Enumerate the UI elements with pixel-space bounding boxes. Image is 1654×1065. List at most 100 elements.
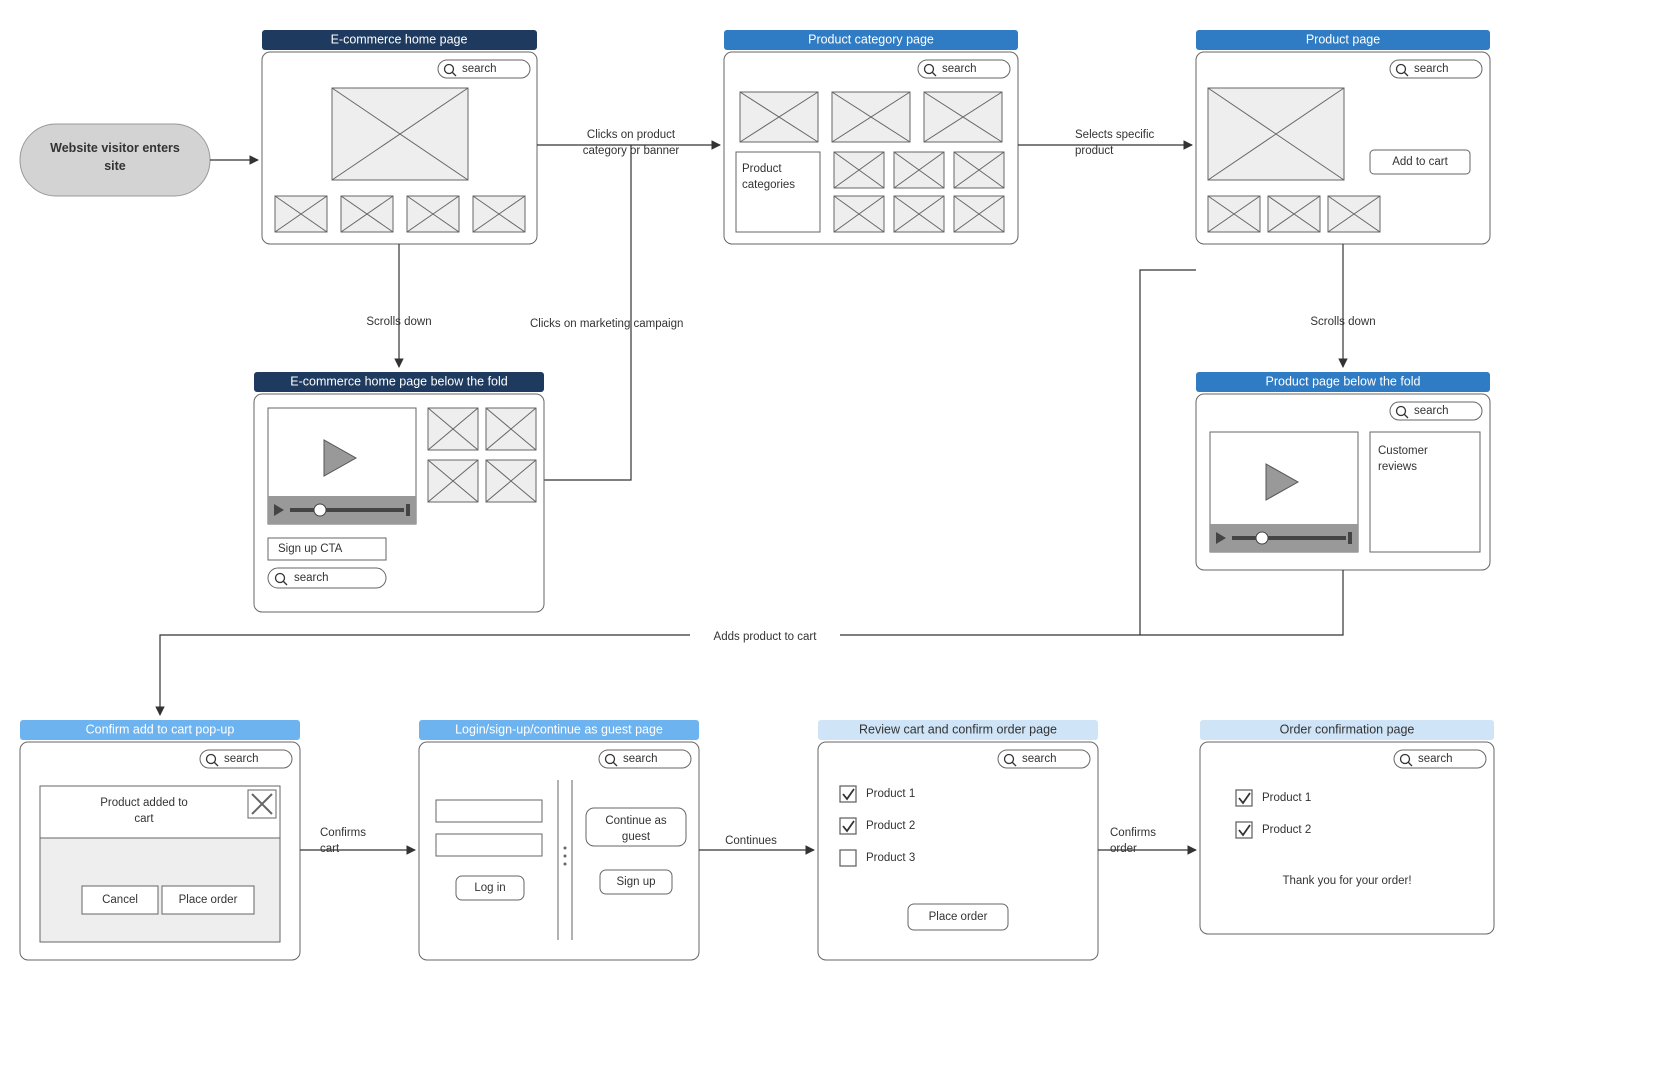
login-search[interactable]: search: [599, 750, 691, 768]
home-fold-thumb-2: [486, 408, 536, 450]
home-fold-thumb-3: [428, 460, 478, 502]
product-thumb-3: [1328, 196, 1380, 232]
start-node: Website visitor enters site: [20, 124, 210, 196]
review-item-1[interactable]: Product 1: [840, 786, 915, 802]
continue-guest-button[interactable]: Continue as guest: [586, 808, 686, 846]
thank-you-text: Thank you for your order!: [1282, 875, 1411, 887]
svg-text:guest: guest: [622, 831, 651, 843]
start-label-1: Website visitor enters: [50, 141, 180, 155]
svg-text:search: search: [1418, 753, 1453, 765]
svg-text:product: product: [1075, 145, 1114, 157]
svg-text:Place order: Place order: [929, 911, 988, 923]
svg-text:Adds product to cart: Adds product to cart: [714, 631, 818, 643]
review-item-3[interactable]: Product 3: [840, 850, 915, 866]
product-image: [1208, 88, 1344, 180]
cat-thumb-b1: [834, 152, 884, 188]
svg-text:reviews: reviews: [1378, 461, 1417, 473]
product-search[interactable]: search: [1390, 60, 1482, 78]
home-fold-thumb-1: [428, 408, 478, 450]
svg-text:Product 1: Product 1: [866, 788, 915, 800]
cat-thumb-a1: [740, 92, 818, 142]
svg-text:Place order: Place order: [179, 894, 238, 906]
order-conf-search[interactable]: search: [1394, 750, 1486, 768]
cat-thumb-a3: [924, 92, 1002, 142]
product-fold-node: Product page below the fold search Custo…: [1196, 372, 1490, 570]
review-item-2[interactable]: Product 2: [840, 818, 915, 834]
cancel-button[interactable]: Cancel: [82, 886, 158, 914]
product-fold-search[interactable]: search: [1390, 402, 1482, 420]
svg-text:Clicks on product: Clicks on product: [587, 129, 676, 141]
product-thumb-1: [1208, 196, 1260, 232]
popup-close-button[interactable]: [248, 790, 276, 818]
svg-text:cart: cart: [320, 843, 340, 855]
product-fold-video[interactable]: [1210, 432, 1358, 552]
edge-category-product: Selects specific product: [1018, 129, 1192, 157]
review-search[interactable]: search: [998, 750, 1090, 768]
edge-home-scrolls: Scrolls down: [366, 244, 431, 367]
add-to-cart-button[interactable]: Add to cart: [1370, 150, 1470, 174]
home-fold-thumb-4: [486, 460, 536, 502]
category-title: Product category page: [808, 32, 934, 46]
order-item-1: Product 1: [1236, 790, 1311, 806]
svg-text:order: order: [1110, 843, 1137, 855]
password-field[interactable]: [436, 834, 542, 856]
category-page-node: Product category page search Product cat…: [724, 30, 1018, 244]
edge-product-scrolls: Scrolls down: [1310, 244, 1375, 367]
home-thumb-3: [407, 196, 459, 232]
edge-home-category: Clicks on product category or banner: [537, 129, 720, 157]
home-fold-video[interactable]: [268, 408, 416, 524]
login-button[interactable]: Log in: [456, 876, 524, 900]
svg-text:search: search: [1414, 405, 1449, 417]
start-label-2: site: [104, 159, 126, 173]
cat-thumb-b3: [954, 152, 1004, 188]
svg-text:search: search: [1022, 753, 1057, 765]
cat-categories-box: Product categories: [736, 152, 820, 232]
cat-thumb-b4: [834, 196, 884, 232]
svg-text:Continue as: Continue as: [605, 815, 667, 827]
svg-text:Product 2: Product 2: [1262, 824, 1311, 836]
svg-text:Selects specific: Selects specific: [1075, 129, 1155, 141]
svg-text:search: search: [294, 572, 329, 584]
svg-text:Customer: Customer: [1378, 445, 1428, 457]
edge-campaign: Clicks on marketing campaign: [530, 145, 683, 480]
svg-text:Confirms: Confirms: [1110, 827, 1156, 839]
confirm-popup-search[interactable]: search: [200, 750, 292, 768]
confirm-popup-node: Confirm add to cart pop-up search Produc…: [20, 720, 300, 960]
svg-text:Continues: Continues: [725, 835, 777, 847]
svg-text:categories: categories: [742, 179, 795, 191]
home-fold-search[interactable]: search: [268, 568, 386, 588]
home-search[interactable]: search: [438, 60, 530, 78]
signup-button[interactable]: Sign up: [600, 870, 672, 894]
signup-cta-button[interactable]: Sign up CTA: [268, 538, 386, 560]
place-order-button-review[interactable]: Place order: [908, 904, 1008, 930]
svg-text:Scrolls down: Scrolls down: [1310, 316, 1375, 328]
svg-text:Confirms: Confirms: [320, 827, 366, 839]
svg-text:Clicks on marketing campaign: Clicks on marketing campaign: [530, 318, 683, 330]
svg-text:search: search: [224, 753, 259, 765]
cat-thumb-b2: [894, 152, 944, 188]
svg-text:Scrolls down: Scrolls down: [366, 316, 431, 328]
svg-text:Product 2: Product 2: [866, 820, 915, 832]
edge-confirms-order: Confirms order: [1098, 827, 1196, 855]
product-fold-title: Product page below the fold: [1266, 374, 1421, 388]
svg-text:Log in: Log in: [474, 882, 505, 894]
product-thumb-2: [1268, 196, 1320, 232]
popup-msg-1: Product added to: [100, 797, 188, 809]
svg-text:search: search: [462, 63, 497, 75]
svg-text:Cancel: Cancel: [102, 894, 138, 906]
svg-text:Product 1: Product 1: [1262, 792, 1311, 804]
order-conf-node: Order confirmation page search Product 1…: [1200, 720, 1494, 934]
svg-text:Add to cart: Add to cart: [1392, 156, 1448, 168]
home-thumb-2: [341, 196, 393, 232]
order-item-2: Product 2: [1236, 822, 1311, 838]
username-field[interactable]: [436, 800, 542, 822]
review-title: Review cart and confirm order page: [859, 722, 1057, 736]
category-search[interactable]: search: [918, 60, 1010, 78]
svg-text:search: search: [623, 753, 658, 765]
home-thumb-4: [473, 196, 525, 232]
place-order-button-popup[interactable]: Place order: [162, 886, 254, 914]
svg-text:Product: Product: [742, 163, 782, 175]
customer-reviews-box: Customer reviews: [1370, 432, 1480, 552]
edge-confirms-cart: Confirms cart: [300, 827, 415, 855]
popup-msg-2: cart: [134, 813, 154, 825]
